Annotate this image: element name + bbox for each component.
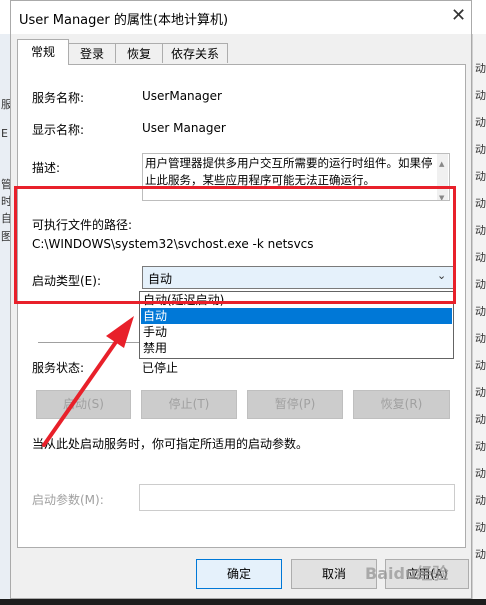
- watermark-text: Baidu经验: [365, 564, 449, 583]
- annotation-arrow-icon: [42, 316, 134, 447]
- watermark-logo: Baidu经验: [365, 560, 448, 584]
